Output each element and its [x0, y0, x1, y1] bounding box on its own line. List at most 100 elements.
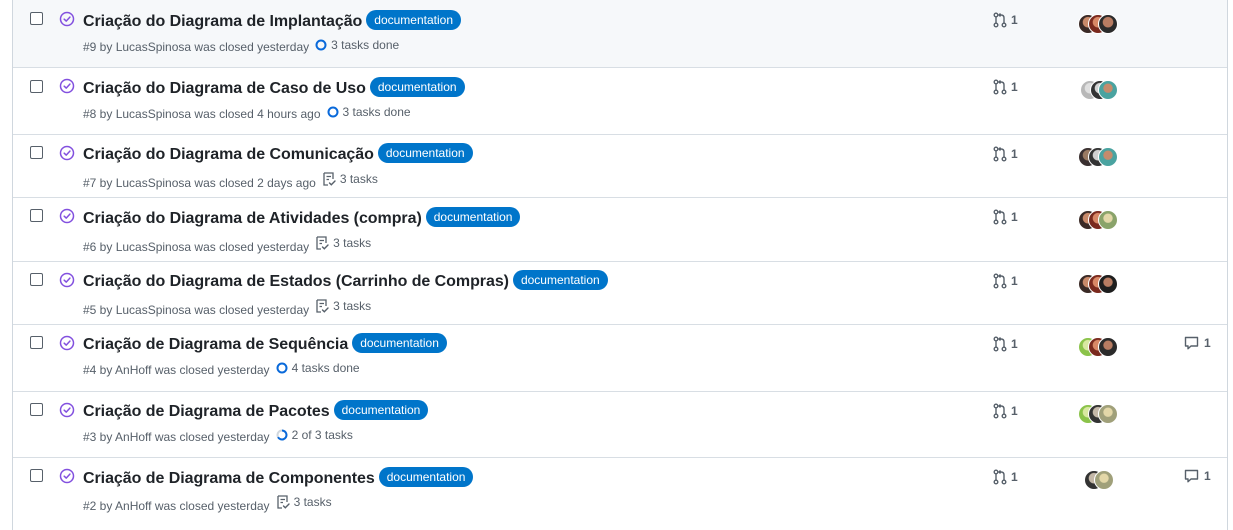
issue-checkbox[interactable] [30, 273, 43, 286]
checklist-icon [276, 495, 290, 509]
issue-meta: #2 by AnHoff was closed yesterday [83, 499, 270, 513]
assignee-avatars[interactable] [1084, 470, 1144, 490]
avatar[interactable] [1098, 14, 1118, 34]
tasks-text: 3 tasks done [331, 38, 400, 52]
avatar[interactable] [1098, 147, 1118, 167]
closed-issue-icon [59, 468, 75, 484]
linked-pr[interactable]: 1 [993, 209, 1018, 225]
issue-checkbox[interactable] [30, 12, 43, 25]
issue-row[interactable]: Criação de Diagrama de Pacotes documentat… [13, 392, 1227, 458]
issue-title[interactable]: Criação do Diagrama de Estados (Carrinho… [83, 273, 509, 290]
issue-row[interactable]: Criação do Diagrama de Comunicação docume… [13, 135, 1227, 198]
progress-complete-icon [327, 106, 338, 118]
issue-meta: #5 by LucasSpinosa was closed yesterday [83, 303, 310, 317]
issue-checkbox[interactable] [30, 469, 43, 482]
comments[interactable]: 1 [1184, 336, 1211, 350]
comment-icon [1184, 469, 1199, 483]
task-progress[interactable]: 4 tasks done [276, 361, 360, 375]
linked-pr[interactable]: 1 [993, 146, 1018, 162]
assignee-avatars[interactable] [1078, 404, 1138, 424]
linked-pr-count: 1 [1011, 210, 1018, 224]
comment-count: 1 [1204, 336, 1211, 350]
task-progress[interactable]: 3 tasks done [327, 105, 411, 119]
issue-meta: #8 by LucasSpinosa was closed 4 hours ag… [83, 107, 321, 121]
linked-pr[interactable]: 1 [993, 79, 1018, 95]
linked-pr[interactable]: 1 [993, 469, 1018, 485]
issue-meta: #7 by LucasSpinosa was closed 2 days ago [83, 176, 316, 190]
label-documentation[interactable]: documentation [369, 77, 465, 97]
issue-meta: #3 by AnHoff was closed yesterday [83, 430, 270, 444]
linked-pr-count: 1 [1011, 337, 1018, 351]
avatar[interactable] [1094, 470, 1114, 490]
issue-checkbox[interactable] [30, 80, 43, 93]
pull-request-icon [993, 336, 1007, 352]
label-documentation[interactable]: documentation [352, 333, 447, 353]
label-documentation[interactable]: documentation [366, 10, 462, 30]
assignee-avatars[interactable] [1078, 147, 1138, 167]
assignee-avatars[interactable] [1080, 80, 1140, 100]
issue-checkbox[interactable] [30, 403, 43, 416]
tasks-text: 3 tasks [333, 236, 372, 250]
pull-request-icon [993, 146, 1007, 162]
issue-title[interactable]: Criação do Diagrama de Implantação [83, 13, 362, 30]
tasks-text: 3 tasks [293, 495, 332, 509]
issue-title[interactable]: Criação do Diagrama de Comunicação [83, 146, 374, 163]
issue-row[interactable]: Criação de Diagrama de Sequência document… [13, 325, 1227, 392]
progress-complete-icon [315, 39, 327, 51]
progress-complete-icon [276, 362, 288, 374]
task-progress[interactable]: 3 tasks [315, 235, 371, 251]
issue-row[interactable]: Criação do Diagrama de Atividades (compr… [13, 198, 1227, 262]
issue-checkbox[interactable] [30, 146, 43, 159]
task-progress[interactable]: 3 tasks [276, 494, 332, 510]
pull-request-icon [993, 12, 1007, 28]
tasks-text: 2 of 3 tasks [291, 428, 353, 442]
issue-title[interactable]: Criação de Diagrama de Pacotes [83, 403, 330, 420]
label-documentation[interactable]: documentation [377, 143, 473, 163]
comments[interactable]: 1 [1184, 469, 1211, 483]
avatar[interactable] [1098, 404, 1118, 424]
avatar[interactable] [1098, 274, 1118, 294]
linked-pr[interactable]: 1 [993, 336, 1018, 352]
issues-list: Criação do Diagrama de Implantação docume… [12, 0, 1228, 530]
issue-title[interactable]: Criação do Diagrama de Atividades (compr… [83, 210, 422, 227]
issue-row[interactable]: Criação do Diagrama de Caso de Uso docume… [13, 68, 1227, 135]
issue-meta: #4 by AnHoff was closed yesterday [83, 363, 270, 377]
avatar[interactable] [1098, 80, 1118, 100]
pull-request-icon [993, 209, 1007, 225]
linked-pr-count: 1 [1011, 13, 1018, 27]
issue-checkbox[interactable] [30, 336, 43, 349]
linked-pr[interactable]: 1 [993, 12, 1018, 28]
linked-pr-count: 1 [1011, 470, 1018, 484]
tasks-text: 3 tasks done [342, 105, 411, 119]
issue-title[interactable]: Criação de Diagrama de Componentes [83, 470, 375, 487]
issue-row[interactable]: Criação do Diagrama de Estados (Carrinho… [13, 262, 1227, 325]
label-documentation[interactable]: documentation [378, 467, 474, 487]
assignee-avatars[interactable] [1078, 14, 1138, 34]
closed-issue-icon [59, 78, 75, 94]
label-documentation[interactable]: documentation [425, 207, 521, 227]
issue-row[interactable]: Criação de Diagrama de Componentes docume… [13, 458, 1227, 530]
issue-title[interactable]: Criação do Diagrama de Caso de Uso [83, 80, 366, 97]
issue-row[interactable]: Criação do Diagrama de Implantação docume… [13, 0, 1227, 68]
issue-checkbox[interactable] [30, 209, 43, 222]
closed-issue-icon [59, 145, 75, 161]
label-documentation[interactable]: documentation [512, 270, 608, 290]
linked-pr-count: 1 [1011, 404, 1018, 418]
assignee-avatars[interactable] [1078, 274, 1138, 294]
task-progress[interactable]: 3 tasks [315, 298, 371, 314]
assignee-avatars[interactable] [1078, 337, 1138, 357]
issue-title[interactable]: Criação de Diagrama de Sequência [83, 336, 348, 353]
avatar[interactable] [1098, 210, 1118, 230]
checklist-icon [316, 236, 329, 250]
task-progress[interactable]: 3 tasks done [315, 38, 399, 52]
avatar[interactable] [1098, 337, 1118, 357]
linked-pr[interactable]: 1 [993, 273, 1018, 289]
closed-issue-icon [59, 11, 75, 27]
task-progress[interactable]: 2 of 3 tasks [276, 428, 353, 442]
linked-pr[interactable]: 1 [993, 403, 1018, 419]
task-progress[interactable]: 3 tasks [322, 171, 378, 187]
assignee-avatars[interactable] [1078, 210, 1138, 230]
issue-meta: #6 by LucasSpinosa was closed yesterday [83, 240, 310, 254]
label-documentation[interactable]: documentation [333, 400, 429, 420]
linked-pr-count: 1 [1011, 80, 1018, 94]
